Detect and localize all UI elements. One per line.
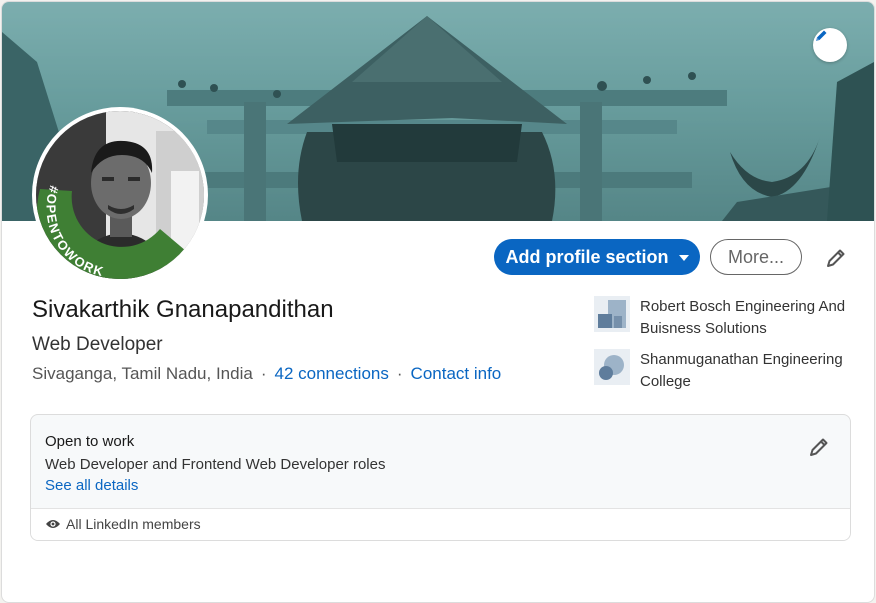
edit-intro-button[interactable]: [820, 242, 852, 274]
edit-cover-button[interactable]: [813, 28, 847, 62]
visibility-row: All LinkedIn members: [45, 516, 201, 532]
pencil-icon: [827, 249, 845, 267]
more-button[interactable]: More...: [710, 239, 802, 275]
location-row: Sivaganga, Tamil Nadu, India · 42 connecti…: [32, 364, 501, 384]
pencil-icon: [810, 438, 828, 456]
connections-link[interactable]: 42 connections: [275, 364, 389, 383]
caret-down-icon: [678, 255, 689, 261]
eye-icon: [46, 520, 60, 528]
more-label: More...: [727, 246, 784, 267]
profile-photo[interactable]: #OPENTOWORK: [32, 107, 208, 283]
profile-name: Sivakarthik Gnanapandithan: [32, 296, 334, 323]
avatar: #OPENTOWORK: [36, 111, 204, 279]
pencil-icon: [816, 30, 827, 41]
edit-open-to-work-button[interactable]: [805, 433, 833, 461]
visibility-footer: All LinkedIn members: [31, 508, 850, 540]
add-profile-section-label: Add profile section: [505, 246, 669, 267]
add-profile-section-button[interactable]: Add profile section: [494, 239, 700, 275]
see-all-details-link[interactable]: See all details: [45, 477, 138, 494]
profile-headline: Web Developer: [32, 334, 163, 355]
contact-info-link[interactable]: Contact info: [411, 364, 502, 383]
open-to-work-title: Open to work: [45, 433, 135, 450]
separator: ·: [260, 364, 267, 383]
company-logo-icon: [594, 296, 630, 332]
school-logo-icon: [594, 349, 630, 385]
school-name: Shanmuganathan Engineering College: [640, 351, 843, 390]
company-name: Robert Bosch Engineering And Buisness So…: [640, 298, 846, 337]
open-to-work-roles: Web Developer and Frontend Web Developer…: [45, 456, 386, 473]
current-company[interactable]: Robert Bosch Engineering And Buisness So…: [594, 296, 865, 340]
open-to-work-card: Open to work Web Developer and Frontend …: [30, 414, 851, 541]
visibility-label: All LinkedIn members: [66, 516, 201, 532]
profile-card: #OPENTOWORK Add profile section More... …: [1, 1, 875, 603]
separator: ·: [396, 364, 403, 383]
education[interactable]: Shanmuganathan Engineering College: [594, 349, 865, 393]
profile-location: Sivaganga, Tamil Nadu, India: [32, 364, 253, 383]
